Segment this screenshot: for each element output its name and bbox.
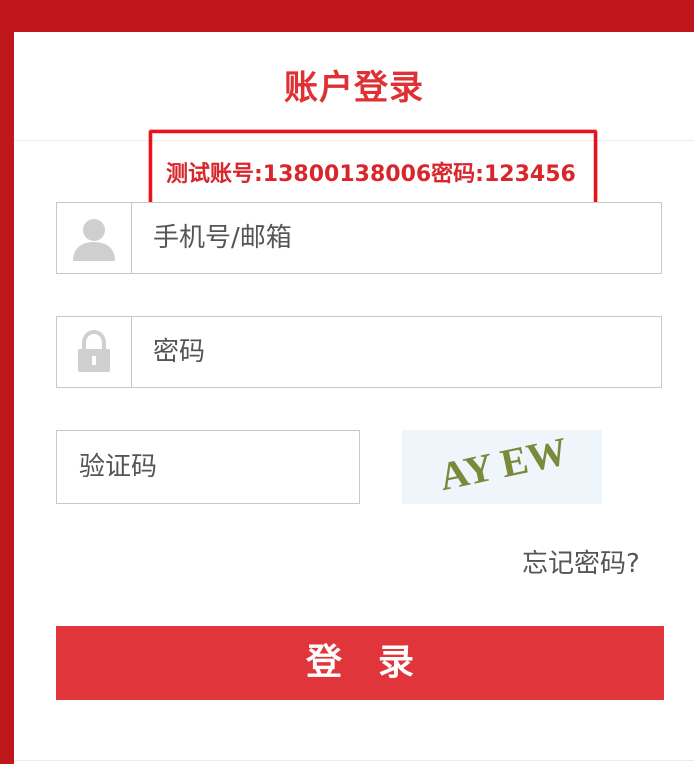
test-account-notice: 测试账号:13800138006密码:123456 bbox=[166, 162, 576, 187]
account-field[interactable]: 手机号/邮箱 bbox=[56, 202, 662, 274]
forgot-password-link[interactable]: 忘记密码? bbox=[522, 544, 640, 584]
bottom-divider bbox=[14, 760, 694, 761]
captcha-image[interactable]: AY EW bbox=[402, 428, 602, 504]
login-button[interactable]: 登 录 bbox=[56, 626, 664, 700]
frame-top-border bbox=[0, 0, 694, 32]
page-title: 账户登录 bbox=[284, 68, 424, 108]
captcha-code: AY EW bbox=[435, 430, 571, 499]
account-input[interactable]: 手机号/邮箱 bbox=[153, 203, 292, 273]
password-field[interactable]: 密码 bbox=[56, 316, 662, 388]
captcha-field[interactable]: 验证码 bbox=[56, 430, 360, 504]
captcha-input[interactable]: 验证码 bbox=[79, 431, 157, 503]
user-icon bbox=[57, 203, 132, 273]
lock-icon bbox=[57, 317, 132, 387]
password-input[interactable]: 密码 bbox=[153, 317, 205, 387]
frame-left-border bbox=[0, 0, 14, 764]
login-panel: 账户登录 测试账号:13800138006密码:123456 手机号/邮箱 密码… bbox=[14, 32, 694, 764]
